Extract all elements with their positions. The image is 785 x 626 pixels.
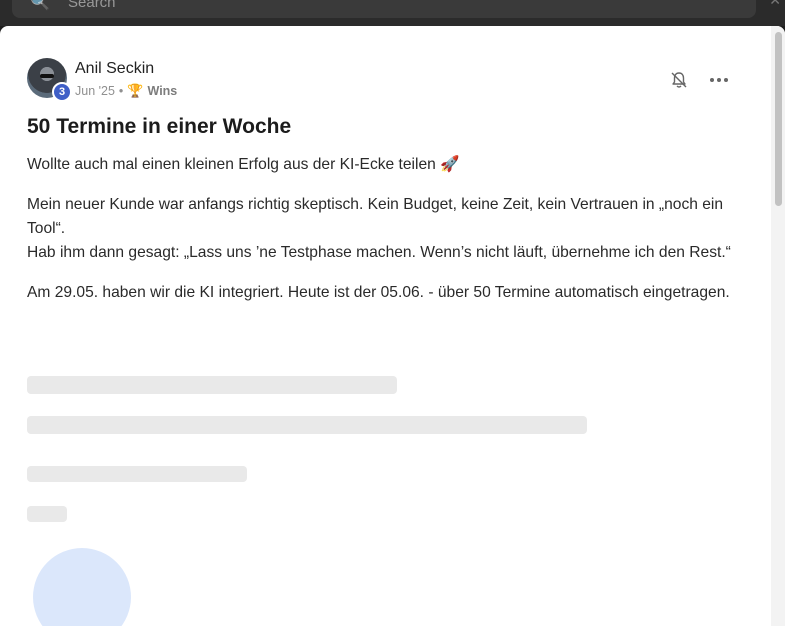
close-icon[interactable]: ✕	[769, 0, 781, 9]
bell-off-icon[interactable]	[669, 70, 689, 90]
scrollbar-thumb[interactable]	[775, 32, 782, 206]
post-meta: Jun '25 • 🏆 Wins	[75, 83, 177, 99]
author-name[interactable]: Anil Seckin	[75, 60, 154, 78]
top-bar: 🔍 Search ✕	[0, 0, 785, 26]
blurred-line	[27, 506, 67, 522]
post-modal: 3 Anil Seckin Jun '25 • 🏆 Wins 50 Termin…	[0, 26, 785, 626]
more-options-icon[interactable]	[709, 70, 729, 90]
level-badge: 3	[52, 82, 72, 102]
blurred-line	[27, 466, 247, 482]
post-body: Wollte auch mal einen kleinen Erfolg aus…	[27, 153, 747, 321]
post-paragraph: Wollte auch mal einen kleinen Erfolg aus…	[27, 156, 460, 173]
scrollbar[interactable]	[771, 26, 785, 626]
search-bar[interactable]: 🔍 Search	[12, 0, 756, 18]
post-date: Jun '25	[75, 84, 115, 98]
post-category[interactable]: Wins	[148, 84, 178, 98]
post-paragraph: Mein neuer Kunde war anfangs richtig ske…	[27, 196, 724, 237]
author-avatar[interactable]: 3	[27, 58, 72, 102]
search-icon: 🔍	[30, 0, 50, 11]
meta-separator: •	[118, 84, 124, 98]
blurred-line	[27, 416, 587, 434]
post-title: 50 Termine in einer Woche	[27, 115, 292, 138]
blurred-line	[27, 376, 397, 394]
post-paragraph: Am 29.05. haben wir die KI integriert. H…	[27, 284, 730, 301]
search-placeholder: Search	[68, 0, 116, 11]
trophy-icon: 🏆	[127, 83, 144, 98]
post-paragraph: Hab ihm dann gesagt: „Lass uns ’ne Testp…	[27, 244, 731, 261]
